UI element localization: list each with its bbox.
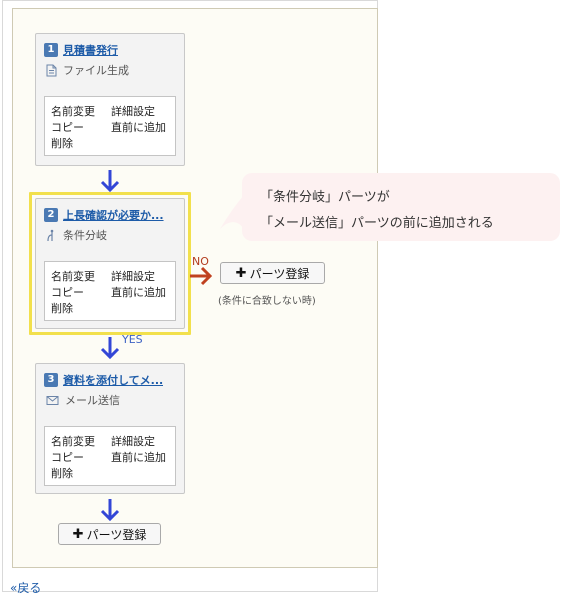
delete-link[interactable]: 削除 (51, 465, 73, 481)
add-before-link[interactable]: 直前に追加 (111, 119, 166, 135)
add-before-link[interactable]: 直前に追加 (111, 449, 166, 465)
back-link[interactable]: «戻る (10, 579, 41, 596)
card-header: 3 資料を添付してメ... (44, 372, 178, 388)
add-part-no-branch-button[interactable]: ✚ パーツ登録 (220, 262, 325, 284)
card-title-link[interactable]: 見積書発行 (63, 42, 118, 58)
delete-link[interactable]: 削除 (51, 135, 73, 151)
flow-arrow-right-icon (190, 266, 213, 286)
add-part-button[interactable]: ✚ パーツ登録 (58, 523, 161, 545)
card-type-label: メール送信 (65, 394, 120, 407)
flow-arrow-down-icon (100, 499, 120, 522)
copy-link[interactable]: コピー (51, 449, 84, 465)
card-title-link[interactable]: 資料を添付してメ... (63, 372, 163, 388)
callout-text-line-2: 「メール送信」パーツの前に追加される (260, 216, 494, 231)
card-ops: 名前変更 詳細設定 コピー 直前に追加 削除 (44, 96, 176, 156)
details-link[interactable]: 詳細設定 (111, 433, 155, 449)
part-card-1: 1 見積書発行 ファイル生成 名前変更 詳細設定 コピー 直前に追加 削除 (35, 33, 185, 166)
flow-arrow-down-icon (100, 170, 120, 193)
highlight-frame (29, 192, 191, 335)
add-part-label: パーツ登録 (86, 527, 147, 542)
rename-link[interactable]: 名前変更 (51, 103, 95, 119)
plus-icon: ✚ (72, 526, 84, 542)
details-link[interactable]: 詳細設定 (111, 103, 155, 119)
document-icon (46, 64, 57, 76)
part-card-3: 3 資料を添付してメ... メール送信 名前変更 詳細設定 コピー 直前に追加 … (35, 363, 185, 494)
plus-icon: ✚ (235, 265, 247, 281)
rename-link[interactable]: 名前変更 (51, 433, 95, 449)
flow-arrow-down-icon (100, 337, 120, 360)
step-number: 1 (44, 43, 58, 57)
yes-label: YES (122, 333, 143, 346)
copy-link[interactable]: コピー (51, 119, 84, 135)
card-ops: 名前変更 詳細設定 コピー 直前に追加 削除 (44, 426, 176, 486)
envelope-icon (46, 395, 59, 405)
no-branch-note: (条件に合致しない時) (218, 296, 316, 307)
card-header: 1 見積書発行 (44, 42, 178, 58)
card-type-label: ファイル生成 (63, 64, 129, 77)
card-type: メール送信 (46, 392, 120, 408)
callout-tail (220, 195, 244, 229)
callout-text-line-1: 「条件分岐」パーツが (260, 190, 390, 205)
card-type: ファイル生成 (46, 62, 129, 78)
step-number: 3 (44, 373, 58, 387)
callout-bubble: 「条件分岐」パーツが 「メール送信」パーツの前に追加される (220, 173, 560, 241)
add-part-label: パーツ登録 (249, 266, 310, 281)
